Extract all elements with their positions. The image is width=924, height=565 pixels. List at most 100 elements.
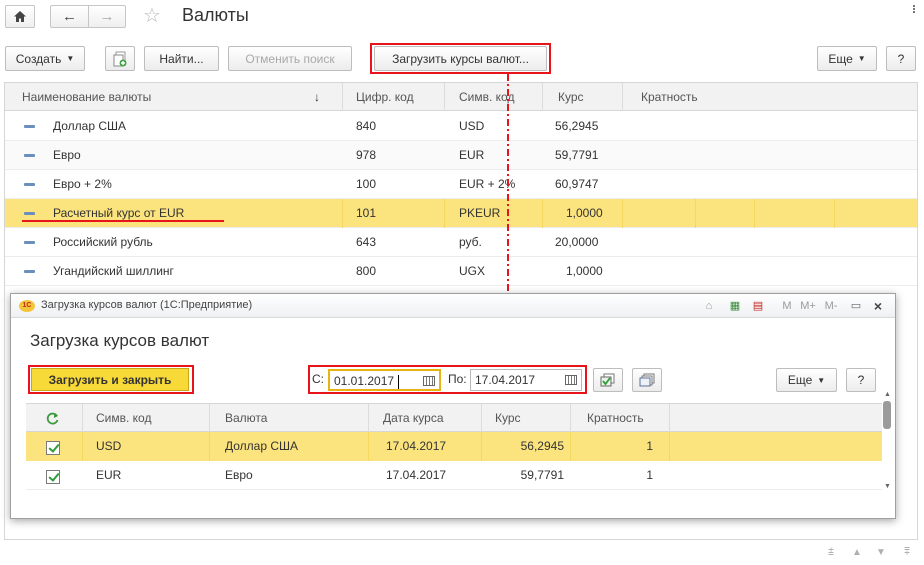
scrollbar-thumb[interactable] bbox=[883, 401, 891, 429]
column-divider bbox=[82, 432, 83, 461]
load-rates-dialog: 1C Загрузка курсов валют (1С:Предприятие… bbox=[10, 293, 896, 519]
column-header-name[interactable]: Наименование валюты bbox=[22, 83, 151, 111]
sym-code: EUR bbox=[459, 148, 485, 162]
rate: 56,2945 bbox=[555, 119, 599, 133]
table-row[interactable]: Российский рубль 643 руб. 20,0000 bbox=[5, 228, 917, 257]
scroll-down-icon[interactable]: ▼ bbox=[884, 483, 891, 490]
find-button[interactable]: Найти... bbox=[144, 46, 219, 71]
rate: 60,9747 bbox=[555, 177, 599, 191]
cancel-search-button[interactable]: Отменить поиск bbox=[228, 46, 352, 71]
column-header-currency[interactable]: Валюта bbox=[225, 404, 267, 433]
item-marker-icon bbox=[24, 212, 35, 215]
underline-marker bbox=[22, 220, 224, 222]
column-header-date[interactable]: Дата курса bbox=[383, 404, 444, 433]
table-row[interactable]: Доллар США 840 USD 56,2945 bbox=[5, 112, 917, 141]
currency-name: Евро + 2% bbox=[53, 177, 112, 191]
rate: 59,7791 bbox=[520, 468, 564, 482]
table-row-selected[interactable]: Расчетный курс от EUR 101 PKEUR 1,0000 bbox=[5, 199, 917, 228]
column-divider bbox=[542, 199, 543, 228]
vertical-scrollbar[interactable]: ▲ ▼ bbox=[882, 391, 892, 495]
close-icon[interactable]: × bbox=[871, 299, 885, 313]
back-button[interactable]: ← bbox=[50, 5, 88, 28]
app-logo-icon: 1C bbox=[19, 300, 35, 312]
column-divider bbox=[444, 199, 445, 228]
dialog-help-label: ? bbox=[857, 373, 865, 387]
column-header-multiplicity[interactable]: Кратность bbox=[587, 404, 644, 433]
help-label: ? bbox=[897, 51, 905, 66]
rate: 56,2945 bbox=[520, 439, 564, 453]
check-all-icon bbox=[600, 373, 615, 387]
table-header: Симв. код Валюта Дата курса Курс Кратнос… bbox=[26, 403, 882, 432]
column-divider bbox=[368, 432, 369, 461]
home-icon[interactable]: ⌂ bbox=[702, 299, 716, 313]
favorite-star-icon[interactable]: ☆ bbox=[143, 3, 161, 28]
table-row[interactable]: Евро 978 EUR 59,7791 bbox=[5, 141, 917, 170]
highlight-frame bbox=[308, 365, 587, 394]
scroll-to-top-icon[interactable]: ⩲ bbox=[822, 545, 840, 560]
copy-document-button[interactable] bbox=[105, 46, 135, 71]
currency-name: Доллар США bbox=[225, 439, 299, 453]
calendar-icon[interactable]: ▤ bbox=[751, 299, 765, 313]
dialog-more-label: Еще bbox=[787, 373, 813, 387]
column-header-rate[interactable]: Курс bbox=[558, 83, 584, 111]
column-divider bbox=[209, 404, 210, 432]
back-arrow-icon: ← bbox=[62, 8, 77, 25]
find-label: Найти... bbox=[159, 51, 204, 66]
rate: 20,0000 bbox=[555, 235, 599, 249]
memory-minus-icon[interactable]: M- bbox=[820, 299, 842, 313]
row-checkbox[interactable] bbox=[46, 441, 60, 455]
sort-down-icon[interactable]: ↓ bbox=[314, 83, 320, 111]
scroll-to-bottom-icon[interactable]: ⩱ bbox=[898, 545, 916, 560]
currency-name: Евро bbox=[225, 468, 253, 482]
scroll-up-icon[interactable]: ▲ bbox=[884, 391, 891, 398]
table-row-selected[interactable]: USD Доллар США 17.04.2017 56,2945 1 bbox=[26, 432, 882, 461]
dialog-titlebar: 1C Загрузка курсов валют (1С:Предприятие… bbox=[11, 294, 895, 318]
sym-code: PKEUR bbox=[459, 206, 501, 220]
more-button[interactable]: Еще ▼ bbox=[817, 46, 877, 71]
column-header-num-code[interactable]: Цифр. код bbox=[356, 83, 414, 111]
window-menu-dots-icon[interactable] bbox=[909, 4, 919, 16]
highlight-frame bbox=[370, 43, 551, 74]
column-divider bbox=[754, 199, 755, 228]
column-divider bbox=[695, 199, 696, 228]
forward-arrow-icon: → bbox=[99, 8, 115, 25]
item-marker-icon bbox=[24, 154, 35, 157]
column-divider bbox=[368, 404, 369, 432]
num-code: 100 bbox=[356, 177, 377, 191]
add-copy-icon bbox=[113, 51, 127, 66]
column-divider bbox=[209, 432, 210, 461]
table-row[interactable]: Евро + 2% 100 EUR + 2% 60,9747 bbox=[5, 170, 917, 199]
column-divider bbox=[481, 432, 482, 461]
rate: 1,0000 bbox=[566, 264, 603, 278]
create-button[interactable]: Создать ▼ bbox=[5, 46, 85, 71]
dialog-help-button[interactable]: ? bbox=[846, 368, 876, 392]
item-marker-icon bbox=[24, 183, 35, 186]
spreadsheet-icon[interactable]: ▦ bbox=[728, 299, 742, 313]
maximize-icon[interactable]: ▭ bbox=[849, 299, 863, 313]
num-code: 643 bbox=[356, 235, 377, 249]
scroll-page-up-icon[interactable]: ▲ bbox=[848, 545, 866, 560]
home-button[interactable] bbox=[5, 5, 35, 28]
dialog-more-button[interactable]: Еще ▼ bbox=[776, 368, 837, 392]
currency-name: Российский рубль bbox=[53, 235, 153, 249]
column-divider bbox=[342, 83, 343, 111]
column-divider bbox=[570, 432, 571, 461]
deselect-all-button[interactable] bbox=[632, 368, 662, 392]
column-header-sym-code[interactable]: Симв. код bbox=[96, 404, 151, 433]
column-header-multiplicity[interactable]: Кратность bbox=[641, 83, 698, 111]
num-code: 840 bbox=[356, 119, 377, 133]
forward-button[interactable]: → bbox=[88, 5, 126, 28]
table-row[interactable]: EUR Евро 17.04.2017 59,7791 1 bbox=[26, 461, 882, 490]
refresh-icon[interactable] bbox=[45, 411, 60, 426]
memory-m-icon[interactable]: M bbox=[780, 299, 794, 313]
multiplicity: 1 bbox=[646, 439, 653, 453]
memory-plus-icon[interactable]: M+ bbox=[797, 299, 819, 313]
help-button[interactable]: ? bbox=[886, 46, 916, 71]
create-label: Создать bbox=[15, 51, 62, 66]
row-checkbox[interactable] bbox=[46, 470, 60, 484]
num-code: 978 bbox=[356, 148, 377, 162]
select-all-button[interactable] bbox=[593, 368, 623, 392]
scroll-page-down-icon[interactable]: ▼ bbox=[872, 545, 890, 560]
column-header-rate[interactable]: Курс bbox=[495, 404, 521, 433]
table-row[interactable]: Угандийский шиллинг 800 UGX 1,0000 bbox=[5, 257, 917, 286]
